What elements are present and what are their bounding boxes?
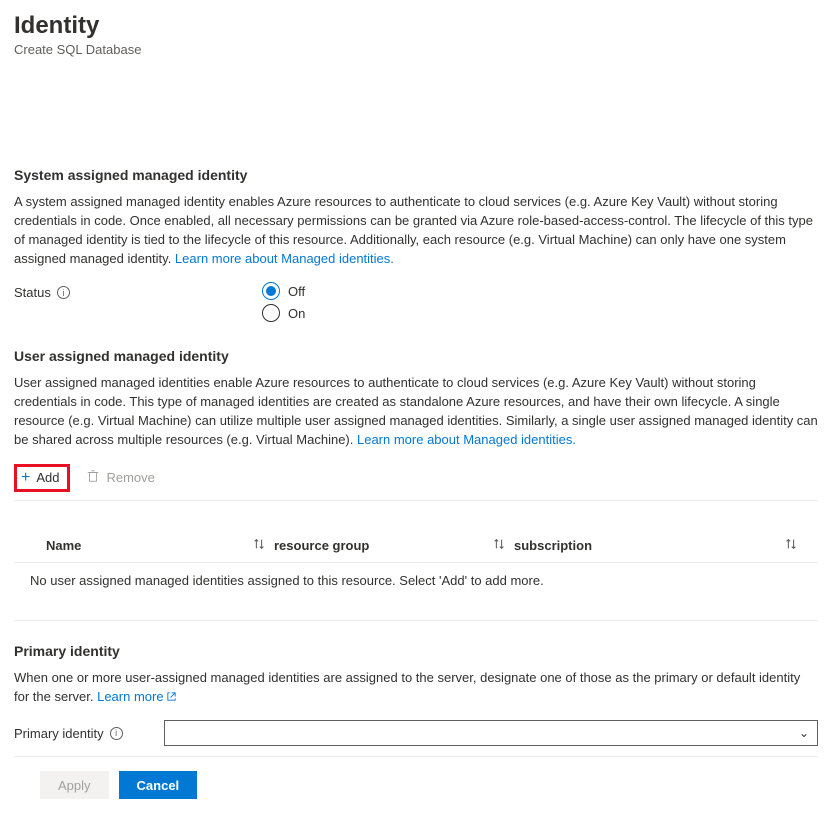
column-subscription: subscription — [514, 538, 592, 553]
status-off-option[interactable]: Off — [262, 282, 305, 300]
status-on-option[interactable]: On — [262, 304, 305, 322]
system-learn-more-link[interactable]: Learn more about Managed identities. — [175, 251, 394, 266]
user-identity-description: User assigned managed identities enable … — [14, 374, 818, 449]
primary-identity-description: When one or more user-assigned managed i… — [14, 669, 818, 707]
page-subtitle: Create SQL Database — [14, 42, 818, 57]
chevron-down-icon: ⌄ — [799, 726, 809, 740]
apply-button: Apply — [40, 771, 109, 799]
sort-icon[interactable] — [492, 537, 506, 554]
info-icon[interactable]: i — [110, 727, 123, 740]
user-identity-heading: User assigned managed identity — [14, 348, 818, 364]
radio-icon — [262, 304, 280, 322]
remove-button: Remove — [86, 469, 154, 486]
page-title: Identity — [14, 12, 818, 40]
system-identity-description: A system assigned managed identity enabl… — [14, 193, 818, 268]
external-link-icon — [166, 689, 177, 700]
cancel-button[interactable]: Cancel — [119, 771, 198, 799]
trash-icon — [86, 469, 100, 486]
primary-learn-more-link[interactable]: Learn more — [97, 689, 176, 704]
column-resource-group: resource group — [274, 538, 369, 553]
radio-icon — [262, 282, 280, 300]
user-learn-more-link[interactable]: Learn more about Managed identities. — [357, 432, 576, 447]
identity-table-header: Name resource group subscription — [14, 529, 818, 563]
sort-icon[interactable] — [784, 537, 798, 554]
primary-identity-label: Primary identity — [14, 726, 104, 741]
status-radio-group: Off On — [262, 282, 305, 322]
table-empty-message: No user assigned managed identities assi… — [14, 563, 818, 598]
primary-identity-dropdown[interactable]: ⌄ — [164, 720, 818, 746]
column-name: Name — [46, 538, 81, 553]
add-button[interactable]: + Add — [14, 464, 70, 492]
system-identity-heading: System assigned managed identity — [14, 167, 818, 183]
info-icon[interactable]: i — [57, 286, 70, 299]
primary-identity-heading: Primary identity — [14, 643, 818, 659]
divider — [14, 620, 818, 621]
plus-icon: + — [21, 470, 30, 486]
status-label: Status — [14, 285, 51, 300]
sort-icon[interactable] — [252, 537, 266, 554]
